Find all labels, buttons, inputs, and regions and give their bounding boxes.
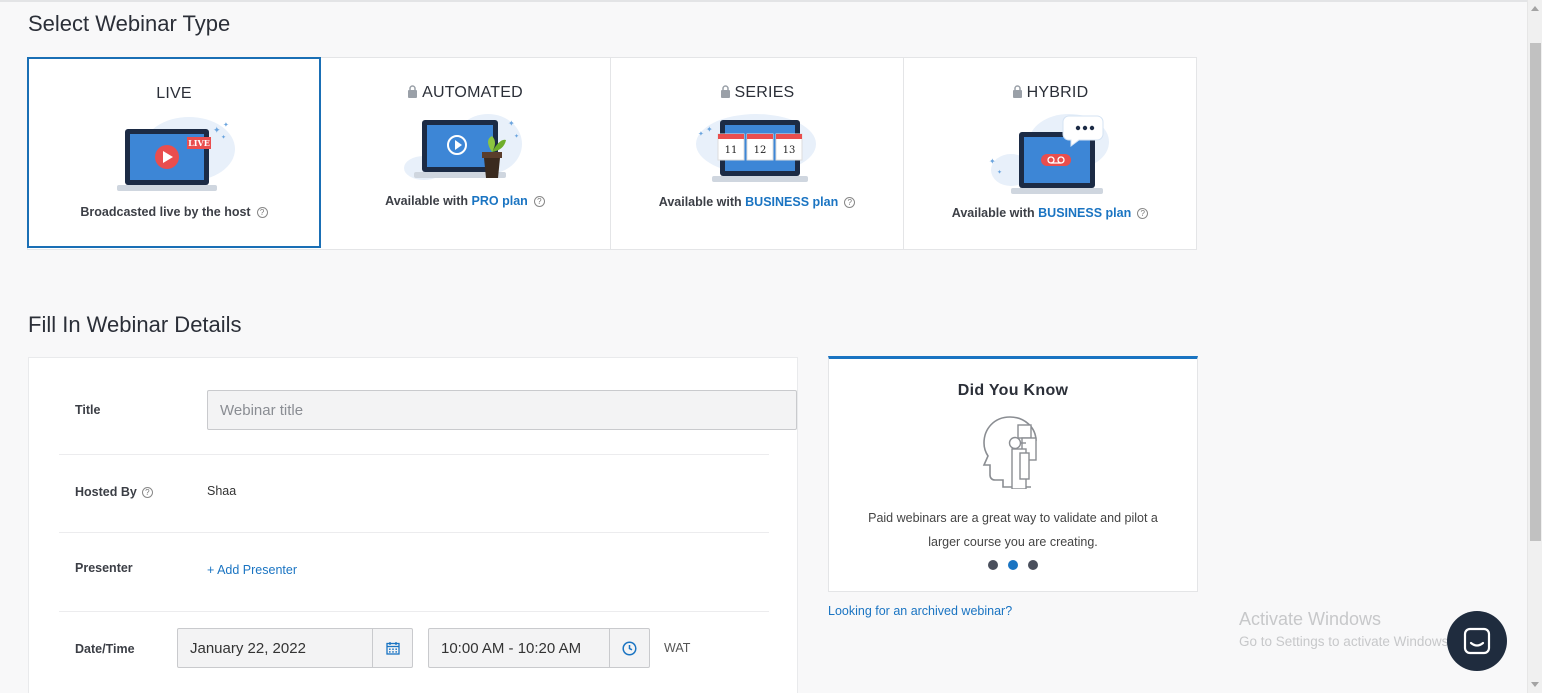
type-name-hybrid: HYBRID	[904, 84, 1196, 102]
scroll-down-icon[interactable]	[1531, 682, 1539, 687]
lock-icon	[408, 85, 418, 98]
svg-text:✦: ✦	[989, 157, 996, 166]
business-plan-link[interactable]: BUSINESS plan	[1038, 206, 1131, 220]
svg-text:✦: ✦	[698, 130, 704, 138]
svg-text:13: 13	[783, 145, 796, 156]
add-presenter-link[interactable]: + Add Presenter	[207, 563, 297, 577]
svg-text:✦: ✦	[213, 126, 221, 136]
webinar-type-series[interactable]: SERIES ✦ ✦ 11 12 13 Available with BUSIN…	[611, 58, 904, 249]
time-value: 10:00 AM - 10:20 AM	[441, 640, 582, 657]
webinar-type-selector: LIVE ✦ ✦ ✦ LIVE Broadcasted live by the …	[27, 57, 1197, 250]
datetime-label: Date/Time	[75, 642, 135, 656]
help-icon[interactable]: ?	[256, 207, 268, 218]
svg-text:✦: ✦	[706, 125, 713, 134]
help-icon[interactable]: ?	[141, 487, 153, 498]
svg-text:✦: ✦	[514, 133, 519, 140]
date-value: January 22, 2022	[190, 640, 306, 657]
lock-icon	[1012, 85, 1022, 98]
type-desc-series: Available with BUSINESS plan?	[611, 195, 903, 209]
live-laptop-icon: ✦ ✦ ✦ LIVE	[117, 117, 235, 191]
presenter-row: Presenter + Add Presenter	[59, 533, 769, 612]
windows-watermark-subtitle: Go to Settings to activate Windows.	[1239, 634, 1453, 649]
hosted-by-row: Hosted By? Shaa	[59, 455, 769, 533]
did-you-know-card: Did You Know Paid webinars are a great w…	[828, 356, 1198, 592]
webinar-type-live[interactable]: LIVE ✦ ✦ ✦ LIVE Broadcasted live by the …	[27, 57, 321, 248]
type-name-series: SERIES	[611, 84, 903, 102]
svg-text:12: 12	[754, 145, 767, 156]
title-label: Title	[75, 403, 101, 417]
pro-plan-link[interactable]: PRO plan	[472, 194, 528, 208]
carousel-dot[interactable]	[1028, 560, 1038, 570]
lock-icon	[720, 85, 730, 98]
hybrid-laptop-icon: ✦ ✦	[989, 114, 1109, 194]
business-plan-link[interactable]: BUSINESS plan	[745, 195, 838, 209]
title-row: Title	[59, 358, 797, 455]
scroll-up-icon[interactable]	[1531, 6, 1539, 11]
clock-icon[interactable]	[609, 629, 649, 667]
svg-text:✦: ✦	[221, 134, 226, 141]
date-picker[interactable]: January 22, 2022	[177, 628, 413, 668]
fill-webinar-details-heading: Fill In Webinar Details	[28, 312, 242, 337]
carousel-dot[interactable]	[988, 560, 998, 570]
windows-watermark-title: Activate Windows	[1239, 609, 1382, 629]
select-webinar-type-heading: Select Webinar Type	[28, 11, 231, 36]
svg-text:✦: ✦	[997, 169, 1002, 176]
webinar-title-input[interactable]	[207, 390, 797, 430]
help-icon[interactable]: ?	[844, 197, 856, 208]
type-desc-hybrid: Available with BUSINESS plan?	[904, 206, 1196, 220]
calendar-icon[interactable]	[372, 629, 412, 667]
carousel-dots	[829, 560, 1197, 570]
svg-text:LIVE: LIVE	[188, 138, 210, 148]
help-icon[interactable]: ?	[1137, 208, 1149, 219]
svg-text:✦: ✦	[223, 121, 229, 129]
help-icon[interactable]: ?	[533, 196, 545, 207]
datetime-row: Date/Time January 22, 2022 10:00 AM - 10…	[59, 612, 769, 693]
archived-webinar-link[interactable]: Looking for an archived webinar?	[828, 604, 1012, 618]
webinar-type-automated[interactable]: AUTOMATED ✦ ✦ Available with PRO plan?	[320, 58, 611, 249]
webinar-details-form: Title Hosted By? Shaa Presenter + Add Pr…	[28, 357, 798, 693]
series-calendar-icon: ✦ ✦ 11 12 13	[696, 114, 816, 182]
hosted-by-value: Shaa	[207, 484, 237, 498]
did-you-know-text: Paid webinars are a great way to validat…	[868, 511, 1158, 549]
chat-launcher-button[interactable]	[1447, 611, 1507, 671]
timezone-label: WAT	[664, 641, 691, 655]
chat-icon	[1463, 627, 1491, 655]
page-scrollbar[interactable]	[1527, 0, 1542, 693]
svg-text:✦: ✦	[508, 119, 515, 128]
time-picker[interactable]: 10:00 AM - 10:20 AM	[428, 628, 650, 668]
automated-laptop-icon: ✦ ✦	[404, 114, 522, 180]
carousel-dot-active[interactable]	[1008, 560, 1018, 570]
did-you-know-title: Did You Know	[957, 382, 1069, 399]
scroll-thumb[interactable]	[1530, 43, 1541, 541]
type-desc-live: Broadcasted live by the host?	[29, 205, 319, 219]
top-border	[0, 0, 1527, 2]
svg-text:11: 11	[725, 145, 738, 156]
webinar-type-hybrid[interactable]: HYBRID ✦ ✦ Available with BUSINESS plan?	[904, 58, 1196, 249]
type-desc-automated: Available with PRO plan?	[320, 194, 610, 208]
head-puzzle-icon	[982, 416, 1037, 489]
hosted-by-label: Hosted By?	[75, 485, 153, 499]
type-name-automated: AUTOMATED	[320, 84, 610, 102]
type-name-live: LIVE	[156, 85, 192, 102]
presenter-label: Presenter	[75, 561, 133, 575]
